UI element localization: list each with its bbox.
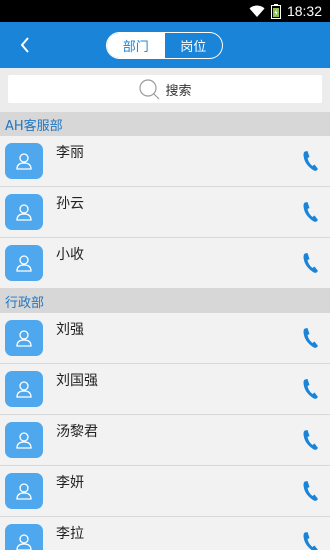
search-icon	[139, 79, 160, 100]
contact-name: 小收	[56, 247, 84, 263]
contact-row[interactable]: 汤黎君	[0, 415, 330, 466]
contact-row[interactable]: 刘国强	[0, 364, 330, 415]
user-icon	[16, 330, 32, 347]
contact-row[interactable]: 刘强	[0, 313, 330, 364]
avatar	[5, 320, 43, 356]
contact-name: 孙云	[56, 196, 84, 212]
phone-icon[interactable]	[302, 531, 320, 550]
user-icon	[16, 483, 32, 500]
tab-position[interactable]: 岗位	[165, 33, 223, 58]
search-input[interactable]: 搜索	[8, 75, 322, 103]
status-time: 18:32	[286, 3, 322, 19]
user-icon	[16, 153, 32, 170]
user-icon	[16, 204, 32, 221]
avatar	[5, 524, 43, 550]
search-bar: 搜索	[0, 68, 330, 112]
user-icon	[16, 381, 32, 398]
contact-row[interactable]: 李拉	[0, 517, 330, 550]
user-icon	[16, 255, 32, 272]
avatar	[5, 194, 43, 230]
contact-list: AH客服部 李丽 孙云 小收 行政部 刘强 刘国强 汤黎君 李妍 李拉	[0, 112, 330, 550]
contact-row[interactable]: 李妍	[0, 466, 330, 517]
wifi-icon	[249, 5, 265, 17]
phone-icon[interactable]	[302, 429, 320, 451]
contact-row[interactable]: 孙云	[0, 187, 330, 238]
chevron-left-icon	[20, 37, 29, 53]
phone-icon[interactable]	[302, 252, 320, 274]
phone-icon[interactable]	[302, 327, 320, 349]
avatar	[5, 143, 43, 179]
phone-icon[interactable]	[302, 480, 320, 502]
contact-name: 李拉	[56, 526, 84, 542]
contact-row[interactable]: 小收	[0, 238, 330, 289]
status-bar: 18:32	[0, 0, 330, 22]
phone-icon[interactable]	[302, 201, 320, 223]
section-header: AH客服部	[0, 112, 330, 136]
avatar	[5, 371, 43, 407]
search-placeholder: 搜索	[165, 83, 192, 99]
nav-bar: 部门 岗位	[0, 22, 330, 68]
contact-name: 刘强	[56, 322, 84, 338]
battery-icon	[270, 3, 281, 19]
avatar	[5, 473, 43, 509]
user-icon	[16, 432, 32, 449]
contact-name: 李妍	[56, 475, 84, 491]
contact-name: 李丽	[56, 145, 84, 161]
segmented-control: 部门 岗位	[106, 32, 223, 59]
phone-icon[interactable]	[302, 150, 320, 172]
avatar	[5, 245, 43, 281]
user-icon	[16, 534, 32, 550]
tab-department[interactable]: 部门	[107, 33, 165, 58]
phone-icon[interactable]	[302, 378, 320, 400]
contact-name: 汤黎君	[56, 424, 98, 440]
contact-row[interactable]: 李丽	[0, 136, 330, 187]
contact-name: 刘国强	[56, 373, 98, 389]
section-header: 行政部	[0, 289, 330, 313]
avatar	[5, 422, 43, 458]
back-button[interactable]	[12, 33, 38, 57]
